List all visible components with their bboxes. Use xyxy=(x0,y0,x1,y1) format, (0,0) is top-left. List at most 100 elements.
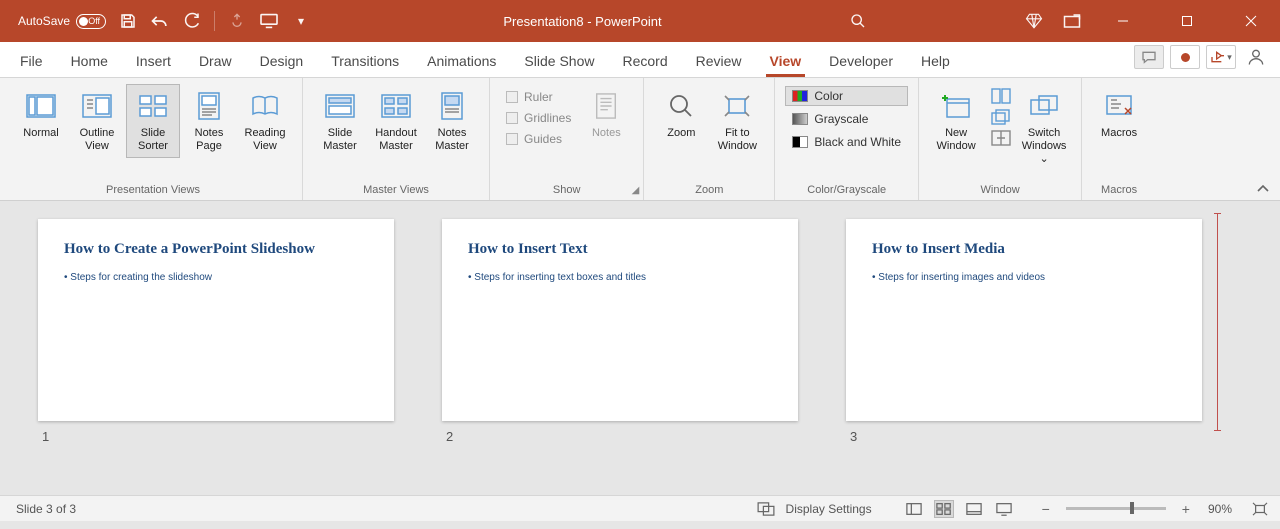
group-label: Master Views xyxy=(313,182,479,198)
tab-slideshow[interactable]: Slide Show xyxy=(510,53,608,77)
group-label: Window xyxy=(929,182,1071,198)
color-button[interactable]: Color xyxy=(785,86,908,106)
guides-checkbox[interactable]: Guides xyxy=(500,130,577,148)
tab-view[interactable]: View xyxy=(756,53,816,77)
handout-master-button[interactable]: Handout Master xyxy=(369,84,423,158)
arrange-all-icon[interactable] xyxy=(989,86,1013,106)
macros-button[interactable]: Macros xyxy=(1092,84,1146,145)
tab-help[interactable]: Help xyxy=(907,53,964,77)
autosave-label: AutoSave xyxy=(18,14,70,28)
autosave-toggle[interactable]: AutoSave Off xyxy=(18,14,106,29)
zoom-button[interactable]: Zoom xyxy=(654,84,708,145)
group-master-views: Slide Master Handout Master Notes Master… xyxy=(303,78,490,200)
collapse-ribbon-icon[interactable] xyxy=(1256,184,1270,194)
reading-view-button[interactable]: Reading View xyxy=(238,84,292,158)
status-bar: Slide 3 of 3 Display Settings − + 90% xyxy=(0,495,1280,521)
redo-icon[interactable] xyxy=(182,11,202,31)
minimize-button[interactable] xyxy=(1100,0,1146,42)
label: Slide Sorter xyxy=(138,127,168,152)
ribbon-tabs: File Home Insert Draw Design Transitions… xyxy=(0,42,1280,78)
black-white-button[interactable]: Black and White xyxy=(785,132,908,152)
gridlines-checkbox[interactable]: Gridlines xyxy=(500,109,577,127)
move-split-icon[interactable] xyxy=(989,128,1013,148)
fit-to-window-icon[interactable] xyxy=(1250,500,1270,518)
label: Fit to Window xyxy=(718,127,757,152)
zoom-slider[interactable] xyxy=(1066,507,1166,510)
tab-home[interactable]: Home xyxy=(57,53,122,77)
toggle-switch[interactable]: Off xyxy=(76,14,106,29)
slide-counter: Slide 3 of 3 xyxy=(16,502,76,516)
label: Notes Master xyxy=(435,127,469,152)
group-label: Presentation Views xyxy=(14,182,292,198)
slide-thumbnail[interactable]: How to Insert Media Steps for inserting … xyxy=(846,219,1202,485)
tab-animations[interactable]: Animations xyxy=(413,53,510,77)
tab-file[interactable]: File xyxy=(0,53,57,77)
sorter-view-icon[interactable] xyxy=(934,500,954,518)
slide-number: 1 xyxy=(38,429,394,444)
grayscale-button[interactable]: Grayscale xyxy=(785,109,908,129)
slide-thumbnail[interactable]: How to Create a PowerPoint Slideshow Ste… xyxy=(38,219,394,485)
diamond-icon[interactable] xyxy=(1024,11,1044,31)
label: Normal xyxy=(23,127,58,139)
slideshow-view-icon[interactable] xyxy=(994,500,1014,518)
zoom-in-icon[interactable]: + xyxy=(1182,501,1190,517)
label: New Window xyxy=(937,127,976,152)
tab-design[interactable]: Design xyxy=(246,53,318,77)
display-settings-icon[interactable] xyxy=(756,500,776,518)
normal-view-button[interactable]: Normal xyxy=(14,84,68,145)
slide-bullet: Steps for inserting images and videos xyxy=(872,272,1176,283)
account-icon[interactable] xyxy=(1242,47,1270,67)
notes-button[interactable]: Notes xyxy=(579,84,633,145)
insertion-caret xyxy=(1217,213,1218,431)
slide-number: 3 xyxy=(846,429,1202,444)
qat-more-icon[interactable]: ▾ xyxy=(291,11,311,31)
tab-insert[interactable]: Insert xyxy=(122,53,185,77)
outline-view-button[interactable]: Outline View xyxy=(70,84,124,158)
tab-record[interactable]: Record xyxy=(608,53,681,77)
switch-windows-button[interactable]: Switch Windows ⌄ xyxy=(1017,84,1071,171)
slide-title: How to Create a PowerPoint Slideshow xyxy=(64,241,368,258)
record-button[interactable] xyxy=(1170,45,1200,69)
maximize-button[interactable] xyxy=(1164,0,1210,42)
cascade-icon[interactable] xyxy=(989,107,1013,127)
group-macros: Macros Macros xyxy=(1082,78,1156,200)
new-window-button[interactable]: New Window xyxy=(929,84,983,158)
tab-transitions[interactable]: Transitions xyxy=(317,53,413,77)
slide-thumbnail[interactable]: How to Insert Text Steps for inserting t… xyxy=(442,219,798,485)
ribbon-display-icon[interactable] xyxy=(1062,11,1082,31)
notes-page-button[interactable]: Notes Page xyxy=(182,84,236,158)
group-label: Zoom xyxy=(654,182,764,198)
autosave-state: Off xyxy=(88,16,100,26)
tab-draw[interactable]: Draw xyxy=(185,53,246,77)
reading-view-icon[interactable] xyxy=(964,500,984,518)
group-label: Color/Grayscale xyxy=(785,182,908,198)
from-beginning-icon[interactable] xyxy=(259,11,279,31)
qat: AutoSave Off ▾ xyxy=(0,11,317,31)
slide-sorter-area[interactable]: How to Create a PowerPoint Slideshow Ste… xyxy=(0,201,1280,495)
tab-review[interactable]: Review xyxy=(682,53,756,77)
touch-mode-icon[interactable] xyxy=(227,11,247,31)
save-icon[interactable] xyxy=(118,11,138,31)
close-button[interactable] xyxy=(1228,0,1274,42)
zoom-out-icon[interactable]: − xyxy=(1042,501,1050,517)
notes-master-button[interactable]: Notes Master xyxy=(425,84,479,158)
zoom-percent[interactable]: 90% xyxy=(1208,502,1232,516)
search-icon[interactable] xyxy=(848,11,868,31)
comments-button[interactable] xyxy=(1134,45,1164,69)
label: Macros xyxy=(1101,127,1137,139)
slide-sorter-button[interactable]: Slide Sorter xyxy=(126,84,180,158)
label: Slide Master xyxy=(323,127,357,152)
undo-icon[interactable] xyxy=(150,11,170,31)
tab-developer[interactable]: Developer xyxy=(815,53,907,77)
group-color-grayscale: Color Grayscale Black and White Color/Gr… xyxy=(775,78,919,200)
fit-window-button[interactable]: Fit to Window xyxy=(710,84,764,158)
slide-bullet: Steps for creating the slideshow xyxy=(64,272,368,283)
normal-view-icon[interactable] xyxy=(904,500,924,518)
ruler-checkbox[interactable]: Ruler xyxy=(500,88,577,106)
share-button[interactable]: ▾ xyxy=(1206,45,1236,69)
group-label: Show xyxy=(500,182,633,198)
dialog-launcher-icon[interactable]: ◢ xyxy=(632,185,640,196)
slide-master-button[interactable]: Slide Master xyxy=(313,84,367,158)
display-settings-label[interactable]: Display Settings xyxy=(786,502,872,516)
group-presentation-views: Normal Outline View Slide Sorter Notes P… xyxy=(0,78,303,200)
